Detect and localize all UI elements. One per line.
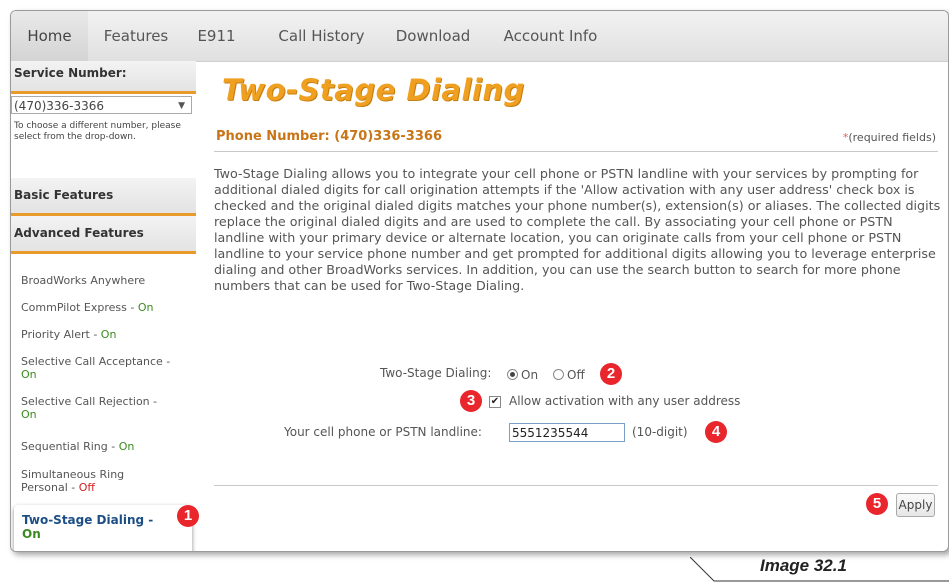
service-number-value: (470)336-3366 xyxy=(14,99,105,113)
feature-name: CommPilot Express - xyxy=(21,301,138,314)
divider xyxy=(214,151,938,152)
sidebar-item-two-stage-dialing[interactable]: Two-Stage Dialing - On xyxy=(14,505,192,551)
image-caption: Image 32.1 xyxy=(760,556,847,575)
callout-badge-3: 3 xyxy=(460,390,482,412)
feature-name: Priority Alert - xyxy=(21,328,101,341)
top-nav: Home Features E911 Call History Download… xyxy=(11,11,948,62)
apply-button[interactable]: Apply xyxy=(896,493,935,517)
sidebar-item-commpilot-express[interactable]: CommPilot Express - On xyxy=(21,301,191,314)
main-content: Two-Stage Dialing Phone Number: (470)336… xyxy=(196,61,948,551)
sidebar-item-simultaneous-ring-personal[interactable]: Simultaneous Ring Personal - Off xyxy=(21,468,151,494)
off-label: Off xyxy=(567,368,585,382)
status-off: Off xyxy=(78,481,95,494)
status-on: On xyxy=(100,328,117,341)
status-on: On xyxy=(137,301,154,314)
app-window: Home Features E911 Call History Download… xyxy=(10,10,949,552)
callout-badge-4: 4 xyxy=(705,421,727,443)
tab-call-history[interactable]: Call History xyxy=(264,11,379,61)
page-title: Two-Stage Dialing xyxy=(222,73,525,107)
feature-name: Sequential Ring - xyxy=(21,440,119,453)
feature-name: BroadWorks Anywhere xyxy=(21,274,146,287)
feature-name: Selective Call Rejection - xyxy=(21,395,158,408)
cell-phone-input[interactable]: 5551235544 xyxy=(509,423,625,442)
cell-phone-label: Your cell phone or PSTN landline: xyxy=(284,425,482,439)
sidebar-item-selective-call-rejection[interactable]: Selective Call Rejection - On xyxy=(21,395,171,421)
allow-activation-checkbox[interactable]: ✔ xyxy=(489,396,501,408)
status-on: On xyxy=(118,440,135,453)
status-on: On xyxy=(22,527,41,541)
on-label: On xyxy=(521,368,539,382)
chevron-down-icon: ▼ xyxy=(178,101,185,111)
tab-features[interactable]: Features xyxy=(91,11,181,61)
tab-e911[interactable]: E911 xyxy=(194,11,239,61)
two-stage-off-radio[interactable] xyxy=(553,369,564,380)
sidebar-item-sequential-ring[interactable]: Sequential Ring - On xyxy=(21,440,191,453)
description-text: Two-Stage Dialing allows you to integrat… xyxy=(214,166,941,293)
two-stage-on-radio[interactable] xyxy=(507,369,518,380)
callout-badge-2: 2 xyxy=(600,363,622,385)
cell-phone-hint: (10-digit) xyxy=(632,425,688,439)
tab-home[interactable]: Home xyxy=(11,11,88,61)
service-number-heading: Service Number: xyxy=(11,61,196,94)
status-on: On xyxy=(21,408,37,421)
sidebar-item-broadworks-anywhere[interactable]: BroadWorks Anywhere xyxy=(21,274,191,287)
active-feature-label: Two-Stage Dialing - On xyxy=(22,513,154,541)
service-number-help: To choose a different number, please sel… xyxy=(14,121,181,142)
feature-name: Simultaneous Ring Personal - xyxy=(21,468,125,494)
service-number-select[interactable]: (470)336-3366 ▼ xyxy=(11,96,192,114)
allow-activation-label: Allow activation with any user address xyxy=(509,394,741,408)
required-fields-note: *(required fields) xyxy=(842,131,936,144)
tab-account-info[interactable]: Account Info xyxy=(497,11,604,61)
sidebar-item-selective-call-acceptance[interactable]: Selective Call Acceptance - On xyxy=(21,355,171,381)
two-stage-dialing-label: Two-Stage Dialing: xyxy=(380,366,492,380)
tab-download[interactable]: Download xyxy=(391,11,475,61)
callout-badge-1: 1 xyxy=(177,505,199,527)
status-on: On xyxy=(21,368,37,381)
callout-badge-5: 5 xyxy=(866,493,888,515)
sidebar-item-priority-alert[interactable]: Priority Alert - On xyxy=(21,328,191,341)
feature-name: Selective Call Acceptance - xyxy=(21,355,171,368)
sidebar: Service Number: (470)336-3366 ▼ To choos… xyxy=(11,61,196,551)
advanced-features-heading[interactable]: Advanced Features xyxy=(11,216,196,254)
divider xyxy=(214,485,938,486)
basic-features-heading[interactable]: Basic Features xyxy=(11,178,196,216)
phone-number-label: Phone Number: (470)336-3366 xyxy=(216,129,442,144)
